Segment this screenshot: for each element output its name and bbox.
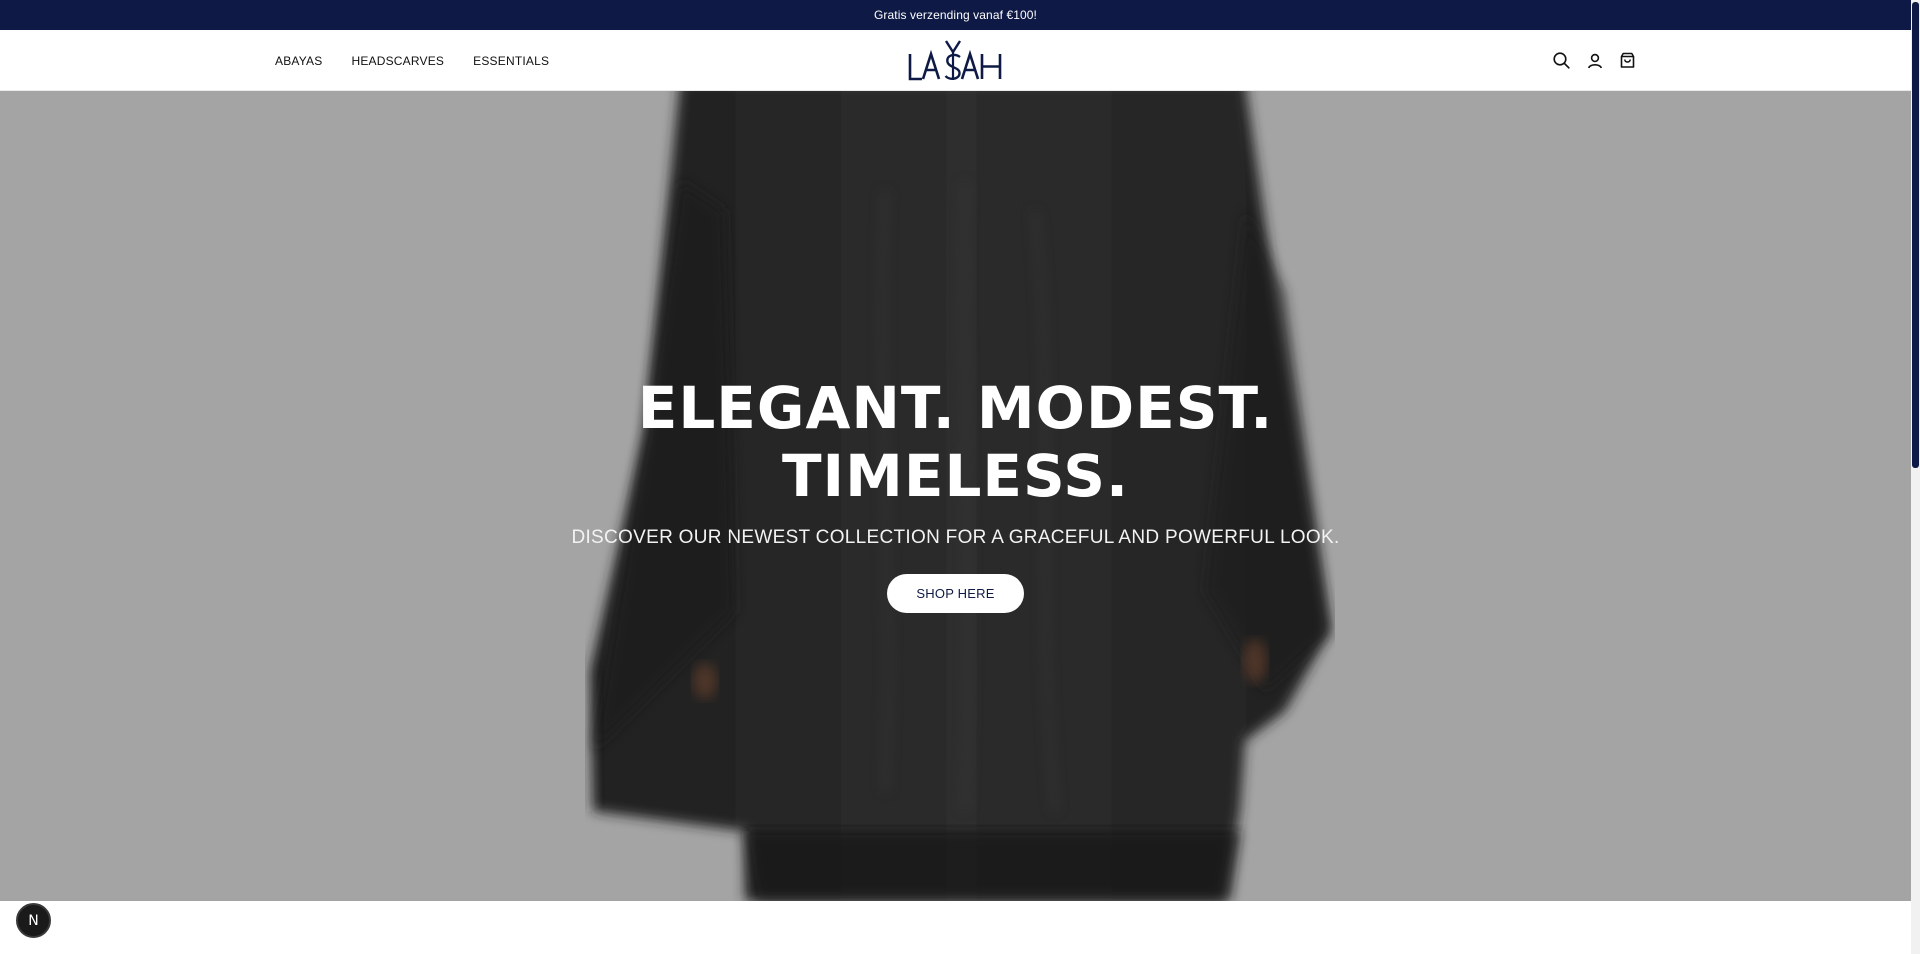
account-icon[interactable] <box>1585 51 1604 70</box>
announcement-text: Gratis verzending vanaf €100! <box>874 8 1037 22</box>
cart-icon[interactable] <box>1618 51 1637 70</box>
main-nav: ABAYAS HEADSCARVES ESSENTIALS <box>275 30 549 91</box>
nav-link-headscarves[interactable]: HEADSCARVES <box>351 54 444 68</box>
page-scrollbar[interactable] <box>1911 0 1920 954</box>
hero-title-line1: ELEGANT. MODEST. <box>637 374 1274 442</box>
hero-title-line2: TIMELESS. <box>781 442 1130 510</box>
shop-here-button[interactable]: SHOP HERE <box>887 574 1024 613</box>
logo-mark <box>908 40 1002 81</box>
site-logo[interactable] <box>908 38 1004 84</box>
hero-title: ELEGANT. MODEST. TIMELESS. <box>0 374 1911 510</box>
search-icon[interactable] <box>1552 51 1571 70</box>
scrollbar-thumb[interactable] <box>1912 2 1919 468</box>
announcement-bar: Gratis verzending vanaf €100! <box>0 0 1911 30</box>
header-icons <box>1552 30 1637 91</box>
hero-content: ELEGANT. MODEST. TIMELESS. DISCOVER OUR … <box>0 374 1911 613</box>
hero-banner: ELEGANT. MODEST. TIMELESS. DISCOVER OUR … <box>0 91 1911 901</box>
nav-link-abayas[interactable]: ABAYAS <box>275 54 322 68</box>
n-badge-button[interactable]: N <box>16 903 51 938</box>
site-header: ABAYAS HEADSCARVES ESSENTIALS <box>0 30 1911 91</box>
nav-link-essentials[interactable]: ESSENTIALS <box>473 54 549 68</box>
hero-subtitle: DISCOVER OUR NEWEST COLLECTION FOR A GRA… <box>571 527 1340 548</box>
